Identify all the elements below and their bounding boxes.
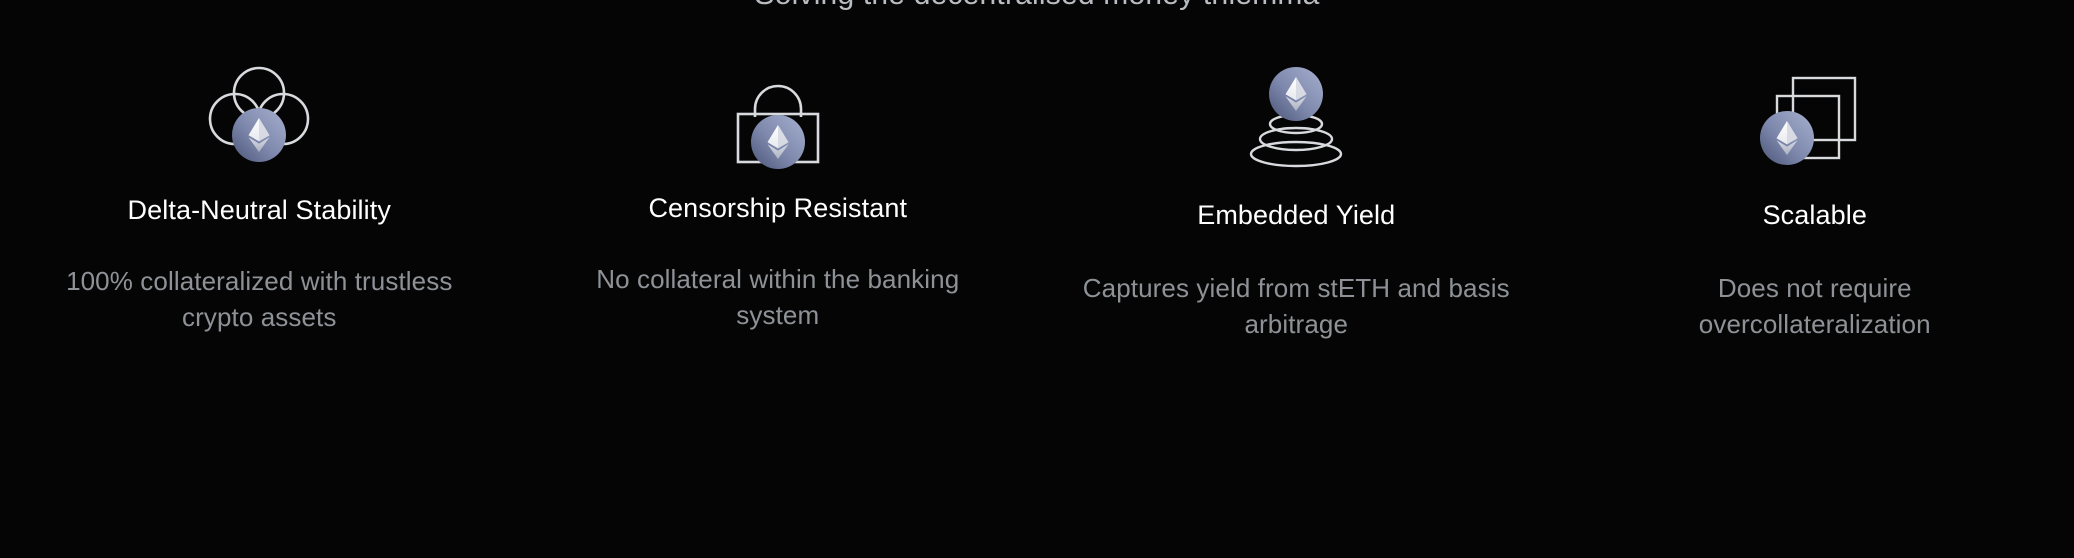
feature-description: Does not require overcollateralization	[1698, 272, 1931, 339]
feature-description: No collateral within the banking system	[596, 263, 960, 330]
feature-title: Delta-Neutral Stability	[127, 195, 391, 225]
cloud-eth-icon	[174, 62, 344, 172]
nested-squares-eth-icon	[1730, 62, 1900, 172]
section-heading: Solving the decentralised money trilemma	[0, 0, 2074, 12]
feature-title: Scalable	[1762, 200, 1867, 230]
feature-card-delta-neutral-stability: Delta-Neutral Stability 100% collaterali…	[0, 62, 519, 336]
feature-grid: Delta-Neutral Stability 100% collaterali…	[0, 62, 2074, 343]
feature-highlights-section: Solving the decentralised money trilemma	[0, 0, 2074, 558]
feature-description: Captures yield from stETH and basis arbi…	[1082, 272, 1510, 339]
feature-title: Embedded Yield	[1197, 200, 1396, 230]
feature-card-scalable: Scalable Does not require overcollateral…	[1556, 62, 2074, 343]
feature-card-censorship-resistant: Censorship Resistant No collateral withi…	[519, 62, 1038, 334]
feature-card-embedded-yield: Embedded Yield Captures yield from stETH…	[1037, 62, 1556, 343]
feature-title: Censorship Resistant	[648, 193, 908, 223]
feature-description: 100% collateralized with trustless crypt…	[66, 265, 453, 332]
lock-eth-icon	[693, 62, 863, 172]
stacked-rings-eth-icon	[1211, 62, 1381, 172]
